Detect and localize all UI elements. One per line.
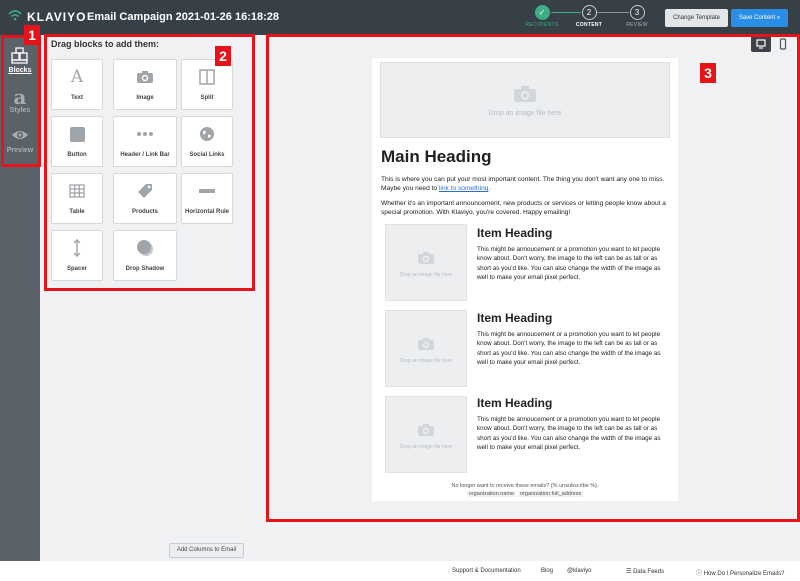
annotation-number-2: 2	[215, 46, 231, 66]
personalize-label: How Do I Personalize Emails?	[703, 571, 785, 577]
annotation-number-3: 3	[700, 63, 716, 83]
wifi-logo-icon	[8, 9, 22, 24]
question-icon: ⓘ	[696, 571, 703, 577]
support-link[interactable]: Support & Documentation	[452, 568, 521, 574]
klaviyo-logo[interactable]: KLAVIYO	[8, 9, 86, 24]
annotation-number-1: 1	[24, 25, 40, 45]
footer-bar: Support & Documentation Blog @klaviyo ☰ …	[0, 561, 800, 581]
personalize-help-link[interactable]: ⓘ How Do I Personalize Emails?	[696, 568, 784, 577]
annotation-box-2	[44, 34, 255, 291]
save-content-button[interactable]: Save Content »	[731, 9, 788, 27]
top-bar: KLAVIYO Email Campaign 2021-01-26 16:18:…	[0, 0, 800, 35]
campaign-title[interactable]: Email Campaign 2021-01-26 16:18:28	[87, 11, 279, 23]
change-template-button[interactable]: Change Template	[665, 9, 728, 27]
twitter-link[interactable]: @klaviyo	[567, 568, 591, 574]
blog-link[interactable]: Blog	[541, 568, 553, 574]
step-number: 3	[629, 5, 645, 20]
step-label: REVIEW	[626, 22, 648, 28]
rss-icon: ☰	[626, 569, 632, 575]
annotation-box-1	[1, 35, 41, 167]
step-number: 2	[581, 5, 597, 20]
add-columns-button[interactable]: Add Columns to Email	[169, 543, 244, 558]
data-feeds-link[interactable]: ☰ Data Feeds	[626, 568, 664, 575]
brand-name: KLAVIYO	[27, 9, 87, 24]
step-review[interactable]: 3 REVIEW	[609, 5, 665, 28]
data-feeds-label: Data Feeds	[633, 569, 665, 575]
annotation-box-3	[266, 34, 800, 522]
checkmark-icon: ✓	[534, 5, 550, 20]
